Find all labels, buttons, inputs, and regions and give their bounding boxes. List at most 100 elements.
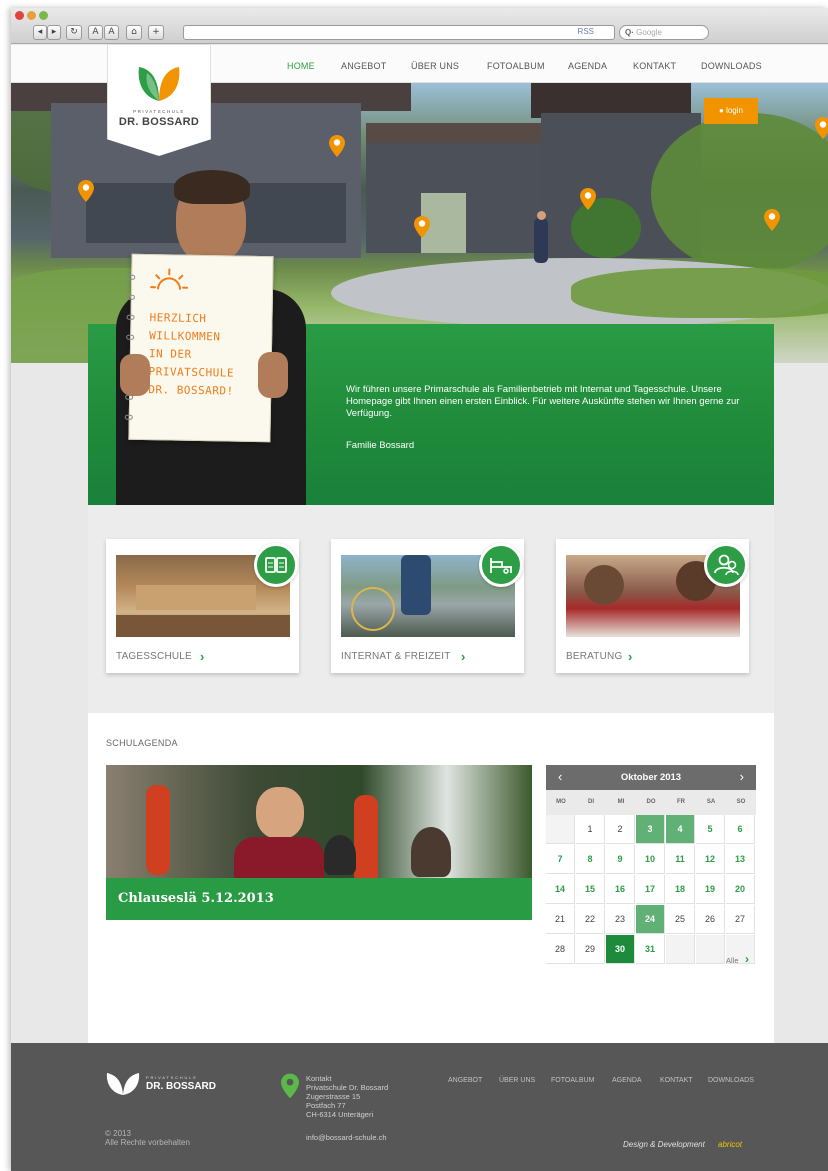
nav-ueber-uns[interactable]: ÜBER UNS xyxy=(411,61,459,71)
calendar-empty-cell xyxy=(666,935,695,964)
credit-brand-link[interactable]: abricot xyxy=(718,1140,742,1149)
calendar-day[interactable]: 26 xyxy=(696,905,725,934)
nav-kontakt[interactable]: KONTAKT xyxy=(633,61,676,71)
footer-logo-small: PRIVATSCHULE xyxy=(146,1075,198,1080)
close-window-button[interactable] xyxy=(15,11,24,20)
reload-button[interactable]: ↻ xyxy=(66,25,82,40)
feature-section: TAGESSCHULE › INTERNAT & FREIZEIT › BERA… xyxy=(88,505,774,713)
footer-copyright: © 2013 xyxy=(105,1129,131,1138)
credit-text: Design & Development xyxy=(623,1140,705,1149)
back-button[interactable]: ◂ xyxy=(33,25,47,40)
calendar-day[interactable]: 21 xyxy=(546,905,575,934)
calendar-day[interactable]: 30 xyxy=(606,935,635,964)
weekday-label: DI xyxy=(588,799,594,805)
book-icon xyxy=(254,543,298,587)
nav-downloads[interactable]: DOWNLOADS xyxy=(701,61,762,71)
map-pin-icon[interactable] xyxy=(815,117,828,139)
address-line: Privatschule Dr. Bossard xyxy=(306,1083,389,1092)
calendar-day[interactable]: 2 xyxy=(606,815,635,844)
map-pin-icon[interactable] xyxy=(580,188,596,210)
site-logo[interactable]: PRIVATSCHULE DR. BOSSARD xyxy=(107,44,211,156)
feature-label: BERATUNG xyxy=(566,651,623,662)
site-footer: PRIVATSCHULE DR. BOSSARD © 2013 Alle Rec… xyxy=(11,1043,828,1171)
calendar-day[interactable]: 24 xyxy=(636,905,665,934)
calendar-day[interactable]: 28 xyxy=(546,935,575,964)
sun-icon xyxy=(150,268,189,290)
browser-search-field[interactable]: Q· Google xyxy=(619,25,709,40)
leaves-icon xyxy=(106,1073,140,1095)
feature-card-tagesschule[interactable]: TAGESSCHULE › xyxy=(106,539,299,673)
rss-badge[interactable]: RSS xyxy=(578,27,594,36)
calendar-day[interactable]: 18 xyxy=(666,875,695,904)
calendar-day[interactable]: 12 xyxy=(696,845,725,874)
calendar-day[interactable]: 19 xyxy=(696,875,725,904)
calendar-day[interactable]: 22 xyxy=(576,905,605,934)
calendar-month: Oktober 2013 xyxy=(620,772,682,783)
nav-fotoalbum[interactable]: FOTOALBUM xyxy=(487,61,545,71)
feature-label: INTERNAT & FREIZEIT xyxy=(341,651,451,662)
logo-small-text: PRIVATSCHULE xyxy=(133,109,185,114)
chevron-right-icon[interactable]: › xyxy=(200,649,204,664)
calendar-day[interactable]: 7 xyxy=(546,845,575,874)
footer-link-agenda[interactable]: AGENDA xyxy=(612,1077,642,1084)
calendar-day[interactable]: 20 xyxy=(726,875,755,904)
calendar-day[interactable]: 8 xyxy=(576,845,605,874)
agenda-event[interactable]: Chlauseslä 5.12.2013 xyxy=(106,765,532,920)
home-button[interactable]: ⌂ xyxy=(126,25,142,40)
map-pin-icon[interactable] xyxy=(764,209,780,231)
calendar-day[interactable]: 27 xyxy=(726,905,755,934)
calendar-day[interactable]: 3 xyxy=(636,815,665,844)
calendar-day[interactable]: 13 xyxy=(726,845,755,874)
calendar-day[interactable]: 5 xyxy=(696,815,725,844)
footer-link-angebot[interactable]: ANGEBOT xyxy=(448,1077,482,1084)
footer-link-fotoalbum[interactable]: FOTOALBUM xyxy=(551,1077,594,1084)
add-bookmark-button[interactable]: + xyxy=(148,25,164,40)
feature-card-internat[interactable]: INTERNAT & FREIZEIT › xyxy=(331,539,524,673)
chevron-right-icon[interactable]: › xyxy=(628,649,632,664)
welcome-signature: Familie Bossard xyxy=(346,440,415,451)
chevron-right-icon[interactable]: › xyxy=(745,952,749,966)
text-bigger-button[interactable]: A xyxy=(104,25,119,40)
next-month-icon[interactable]: › xyxy=(740,769,744,784)
calendar-day[interactable]: 9 xyxy=(606,845,635,874)
notebook-line: DR. BOSSARD! xyxy=(148,383,234,398)
calendar-day[interactable]: 16 xyxy=(606,875,635,904)
calendar-day[interactable]: 31 xyxy=(636,935,665,964)
calendar-day[interactable]: 25 xyxy=(666,905,695,934)
leaves-icon xyxy=(138,67,180,101)
calendar-day[interactable]: 10 xyxy=(636,845,665,874)
footer-link-downloads[interactable]: DOWNLOADS xyxy=(708,1077,754,1084)
text-smaller-button[interactable]: A xyxy=(88,25,103,40)
login-button[interactable]: ● login xyxy=(704,98,758,124)
calendar-day[interactable]: 4 xyxy=(666,815,695,844)
map-pin-icon[interactable] xyxy=(78,180,94,202)
address-bar[interactable]: RSS xyxy=(183,25,615,40)
footer-link-ueber-uns[interactable]: ÜBER UNS xyxy=(499,1077,535,1084)
calendar-day[interactable]: 29 xyxy=(576,935,605,964)
nav-home[interactable]: HOME xyxy=(287,61,315,71)
zoom-window-button[interactable] xyxy=(39,11,48,20)
minimize-window-button[interactable] xyxy=(27,11,36,20)
calendar-day[interactable]: 1 xyxy=(576,815,605,844)
footer-link-kontakt[interactable]: KONTAKT xyxy=(660,1077,693,1084)
calendar-header: ‹ Oktober 2013 › xyxy=(546,765,756,790)
map-pin-icon[interactable] xyxy=(414,216,430,238)
calendar-day[interactable]: 6 xyxy=(726,815,755,844)
chevron-right-icon[interactable]: › xyxy=(461,649,465,664)
calendar-empty-cell xyxy=(546,815,575,844)
weekday-label: FR xyxy=(677,799,685,805)
agenda-all-link[interactable]: Alle xyxy=(726,956,739,965)
calendar-day[interactable]: 14 xyxy=(546,875,575,904)
nav-angebot[interactable]: ANGEBOT xyxy=(341,61,386,71)
feature-label: TAGESSCHULE xyxy=(116,651,192,662)
calendar-day[interactable]: 23 xyxy=(606,905,635,934)
forward-button[interactable]: ▸ xyxy=(47,25,61,40)
feature-card-beratung[interactable]: BERATUNG › xyxy=(556,539,749,673)
map-pin-icon[interactable] xyxy=(329,135,345,157)
calendar-day[interactable]: 11 xyxy=(666,845,695,874)
nav-agenda[interactable]: AGENDA xyxy=(568,61,607,71)
weekday-label: MO xyxy=(556,799,566,805)
calendar-day[interactable]: 17 xyxy=(636,875,665,904)
contact-email[interactable]: info@bossard-schule.ch xyxy=(306,1133,387,1142)
calendar-day[interactable]: 15 xyxy=(576,875,605,904)
